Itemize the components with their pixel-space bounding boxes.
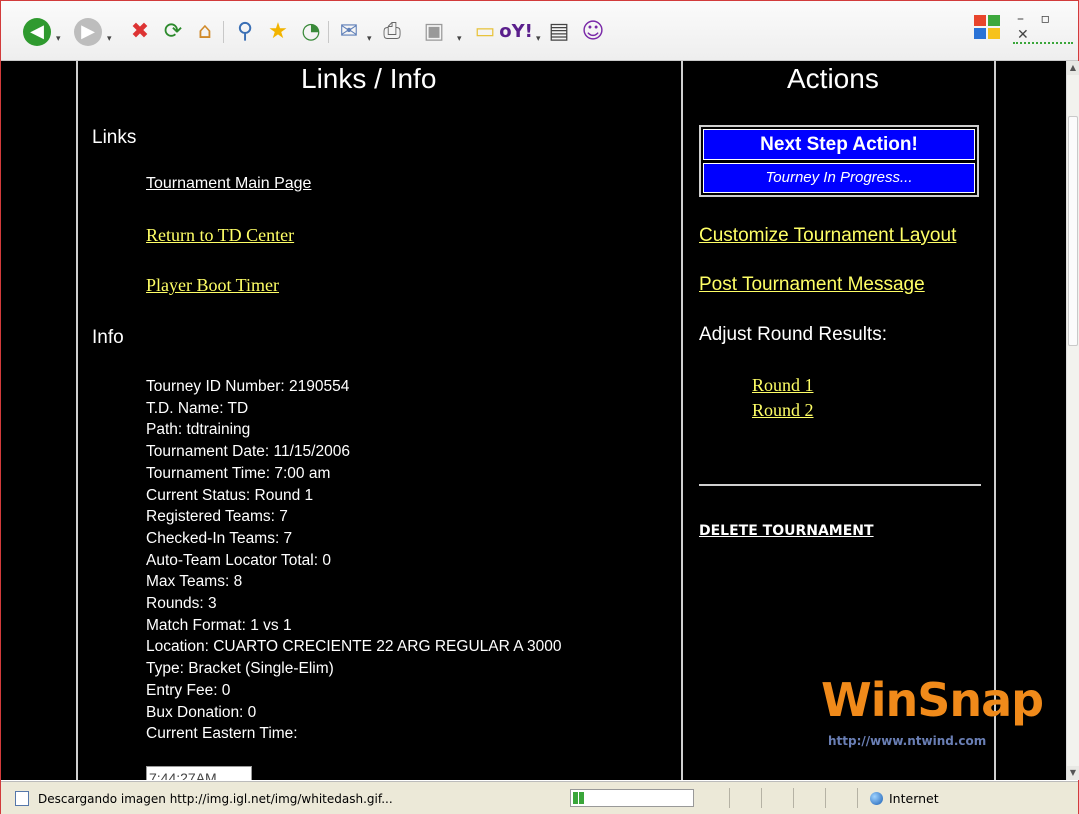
player-boot-timer-link[interactable]: Player Boot Timer bbox=[146, 275, 279, 296]
status-divider bbox=[761, 788, 762, 808]
round-1-link[interactable]: Round 1 bbox=[752, 375, 814, 396]
search-icon[interactable]: ⚲ bbox=[230, 17, 260, 47]
yahoo-messenger-icon[interactable]: ☺ bbox=[578, 17, 608, 47]
winsnap-url: http://www.ntwind.com bbox=[828, 734, 987, 748]
column-divider bbox=[681, 61, 683, 780]
discuss-icon[interactable]: ▭ bbox=[470, 17, 500, 47]
column-divider bbox=[76, 61, 78, 780]
status-divider bbox=[793, 788, 794, 808]
home-icon[interactable]: ⌂ bbox=[190, 17, 220, 47]
info-line: Tournament Date: 11/15/2006 bbox=[146, 443, 350, 461]
next-step-box: Next Step Action! Tourney In Progress... bbox=[699, 125, 979, 197]
round-2-link[interactable]: Round 2 bbox=[752, 400, 814, 421]
globe-icon bbox=[870, 792, 883, 805]
info-line: Checked-In Teams: 7 bbox=[146, 529, 293, 547]
status-divider bbox=[825, 788, 826, 808]
yahoo-dropdown-icon[interactable]: ▾ bbox=[536, 34, 544, 44]
info-line: T.D. Name: TD bbox=[146, 399, 249, 417]
vertical-scrollbar[interactable]: ▲ ▼ bbox=[1066, 61, 1079, 780]
throbber-bar bbox=[1013, 36, 1073, 44]
info-line: Current Status: Round 1 bbox=[146, 486, 314, 504]
print-icon[interactable]: ⎙ bbox=[377, 17, 407, 47]
info-line: Bux Donation: 0 bbox=[146, 703, 257, 721]
adjust-round-results-heading: Adjust Round Results: bbox=[699, 324, 887, 345]
edit-icon[interactable]: ▣ bbox=[419, 17, 449, 47]
refresh-icon[interactable]: ⟳ bbox=[158, 17, 188, 47]
info-line: Rounds: 3 bbox=[146, 595, 217, 613]
scroll-thumb[interactable] bbox=[1068, 116, 1078, 346]
actions-title: Actions bbox=[787, 63, 879, 94]
tournament-main-page-link[interactable]: Tournament Main Page bbox=[146, 175, 311, 193]
history-icon[interactable]: ◔ bbox=[296, 17, 326, 47]
scroll-up-icon[interactable]: ▲ bbox=[1067, 61, 1079, 75]
delete-tournament-link[interactable]: DELETE TOURNAMENT bbox=[699, 523, 874, 539]
back-icon[interactable]: ◀ bbox=[22, 17, 52, 47]
back-dropdown-icon[interactable]: ▾ bbox=[56, 34, 64, 44]
mail-icon[interactable]: ✉ bbox=[334, 17, 364, 47]
status-text: Descargando imagen http://img.igl.net/im… bbox=[38, 792, 393, 806]
info-line: Match Format: 1 vs 1 bbox=[146, 616, 292, 634]
links-heading: Links bbox=[92, 127, 137, 148]
scroll-down-icon[interactable]: ▼ bbox=[1067, 766, 1079, 780]
info-line: Tournament Time: 7:00 am bbox=[146, 464, 331, 482]
post-tournament-message-link[interactable]: Post Tournament Message bbox=[699, 274, 925, 296]
winsnap-logo: WinSnap bbox=[821, 673, 1044, 727]
status-divider bbox=[857, 788, 858, 808]
research-icon[interactable]: ▤ bbox=[544, 17, 574, 47]
info-line: Entry Fee: 0 bbox=[146, 681, 231, 699]
edit-dropdown-icon[interactable]: ▾ bbox=[457, 34, 465, 44]
status-divider bbox=[729, 788, 730, 808]
customize-tournament-layout-link[interactable]: Customize Tournament Layout bbox=[699, 225, 956, 247]
page-icon bbox=[15, 791, 29, 806]
yahoo-icon[interactable]: oY! bbox=[499, 17, 533, 47]
tourney-info-list: Tourney ID Number: 2190554 T.D. Name: TD… bbox=[146, 376, 562, 745]
forward-dropdown-icon[interactable]: ▾ bbox=[107, 34, 115, 44]
links-info-title: Links / Info bbox=[301, 63, 437, 94]
stop-icon[interactable]: ✖ bbox=[125, 17, 155, 47]
zone-label: Internet bbox=[889, 791, 939, 806]
progress-bar bbox=[570, 789, 694, 807]
info-line: Current Eastern Time: bbox=[146, 725, 298, 743]
security-zone: Internet bbox=[870, 791, 939, 806]
status-bar: Descargando imagen http://img.igl.net/im… bbox=[1, 781, 1078, 814]
info-line: Registered Teams: 7 bbox=[146, 508, 288, 526]
progress-bar-fill bbox=[573, 792, 585, 804]
mail-dropdown-icon[interactable]: ▾ bbox=[367, 34, 375, 44]
next-step-action-button[interactable]: Next Step Action! bbox=[703, 129, 975, 160]
info-line: Auto-Team Locator Total: 0 bbox=[146, 551, 331, 569]
page-content: Links / Info Links Tournament Main Page … bbox=[1, 61, 1066, 780]
info-line: Type: Bracket (Single-Elim) bbox=[146, 660, 334, 678]
favorites-icon[interactable]: ★ bbox=[263, 17, 293, 47]
horizontal-rule bbox=[699, 484, 981, 486]
toolbar-separator bbox=[223, 21, 224, 43]
info-heading: Info bbox=[92, 327, 124, 348]
info-line: Path: tdtraining bbox=[146, 421, 251, 439]
tourney-status-label: Tourney In Progress... bbox=[703, 163, 975, 193]
info-line: Max Teams: 8 bbox=[146, 573, 243, 591]
current-time-field[interactable]: 7:44:27AM bbox=[146, 766, 252, 780]
browser-toolbar: ◀ ▾ ▶ ▾ ✖ ⟳ ⌂ ⚲ ★ ◔ ✉ ▾ ⎙ ▣ ▾ ▭ oY! ▾ ▤ … bbox=[1, 1, 1078, 61]
info-line: Tourney ID Number: 2190554 bbox=[146, 378, 350, 395]
forward-icon[interactable]: ▶ bbox=[73, 17, 103, 47]
windows-logo-icon bbox=[974, 15, 1004, 41]
info-line: Location: CUARTO CRECIENTE 22 ARG REGULA… bbox=[146, 638, 562, 656]
return-to-td-center-link[interactable]: Return to TD Center bbox=[146, 225, 294, 246]
toolbar-separator bbox=[328, 21, 329, 43]
